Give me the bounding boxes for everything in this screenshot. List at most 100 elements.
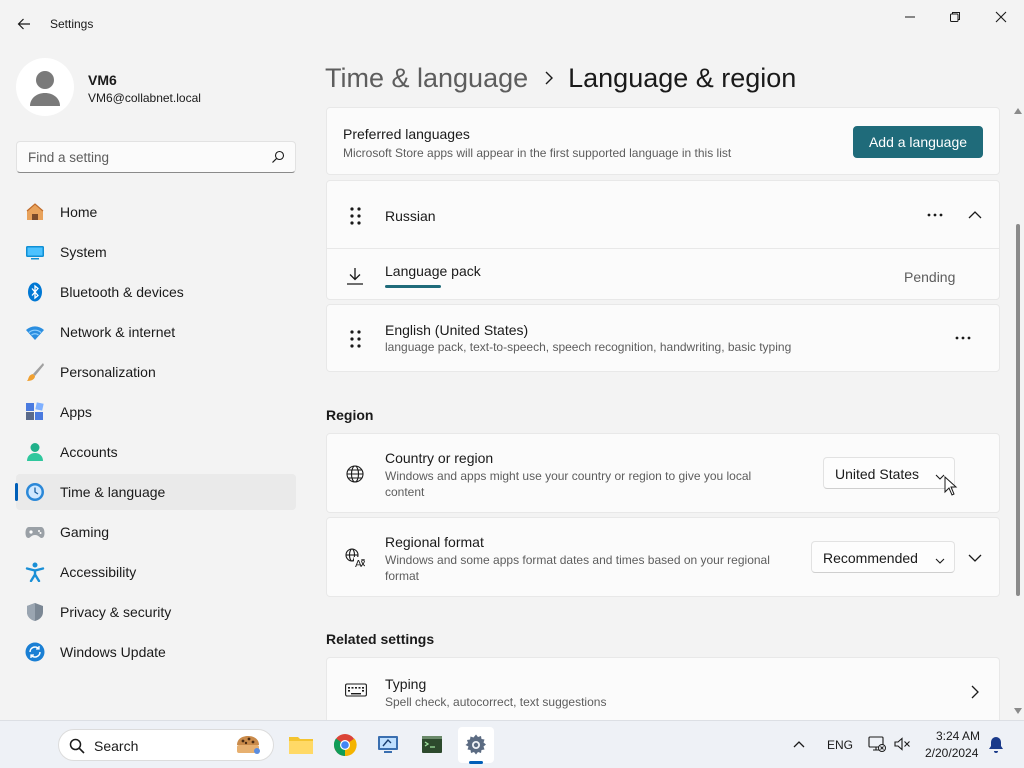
globe-icon: [345, 464, 365, 484]
keyboard-icon: [345, 682, 367, 702]
sidebar-item-label: Time & language: [60, 484, 166, 500]
show-hidden-icons-chevron-icon[interactable]: [792, 737, 806, 752]
sidebar-nav: Home System Bluetooth & devices Network …: [15, 194, 296, 674]
user-profile[interactable]: VM6 VM6@collabnet.local: [16, 58, 296, 118]
network-status-icon[interactable]: [868, 735, 886, 756]
sidebar-item-gaming[interactable]: Gaming: [16, 514, 296, 550]
regional-format-card[interactable]: A Regional format Windows and some apps …: [326, 517, 1000, 597]
taskbar-chrome[interactable]: [327, 727, 363, 763]
more-options-icon[interactable]: [925, 205, 945, 225]
notification-bell-icon[interactable]: [988, 736, 1004, 757]
volume-muted-icon[interactable]: [893, 735, 911, 756]
breadcrumb-parent-link[interactable]: Time & language: [325, 63, 528, 94]
regional-format-dropdown[interactable]: Recommended: [811, 541, 955, 573]
taskbar-file-explorer[interactable]: [283, 727, 319, 763]
taskbar-terminal[interactable]: [414, 727, 450, 763]
bluetooth-icon: [25, 282, 45, 302]
sidebar-item-label: Home: [60, 204, 98, 220]
taskbar-search[interactable]: Search: [58, 729, 274, 761]
search-highlight-icon: [237, 736, 260, 754]
restore-icon: [950, 12, 960, 22]
remote-desktop-icon: [378, 736, 398, 753]
sidebar-item-label: Windows Update: [60, 644, 166, 660]
clock-time[interactable]: 3:24 AM: [936, 729, 980, 743]
language-name: Russian: [385, 208, 436, 224]
title-bar: Settings: [0, 0, 1024, 48]
mouse-cursor-icon: [944, 476, 958, 496]
chevron-down-icon: [935, 553, 945, 568]
related-settings-heading: Related settings: [326, 631, 435, 647]
typing-title: Typing: [385, 676, 427, 692]
preferred-languages-subtitle: Microsoft Store apps will appear in the …: [343, 146, 732, 160]
regional-format-desc-line1: Windows and some apps format dates and t…: [385, 553, 770, 567]
back-button[interactable]: [10, 10, 38, 38]
search-icon[interactable]: [271, 150, 285, 167]
minimize-icon: [905, 16, 915, 18]
taskbar-settings[interactable]: [458, 727, 494, 764]
profile-name: VM6: [88, 72, 117, 88]
sidebar-item-label: Personalization: [60, 364, 156, 380]
sidebar-item-accounts[interactable]: Accounts: [16, 434, 296, 470]
settings-search[interactable]: Find a setting: [16, 141, 296, 173]
chevron-up-icon[interactable]: [965, 205, 985, 225]
add-language-button[interactable]: Add a language: [853, 126, 983, 158]
expand-chevron-icon[interactable]: [965, 548, 985, 568]
sidebar-item-personalization[interactable]: Personalization: [16, 354, 296, 390]
sidebar-item-label: Network & internet: [60, 324, 176, 340]
sidebar-item-windows-update[interactable]: Windows Update: [16, 634, 296, 670]
search-icon: [69, 738, 85, 754]
page-title: Language & region: [568, 62, 797, 93]
country-region-card: Country or region Windows and apps might…: [326, 433, 1000, 513]
taskbar-remote-desktop[interactable]: [370, 727, 406, 763]
sidebar-item-network[interactable]: Network & internet: [16, 314, 296, 350]
drag-handle-icon[interactable]: [346, 206, 366, 226]
sidebar-item-system[interactable]: System: [16, 234, 296, 270]
home-icon: [25, 202, 45, 222]
sidebar-item-label: Accounts: [60, 444, 118, 460]
taskbar-search-label: Search: [94, 738, 139, 754]
language-pack-label: Language pack: [385, 263, 481, 279]
file-explorer-icon: [289, 737, 313, 754]
sidebar-item-apps[interactable]: Apps: [16, 394, 296, 430]
sidebar-item-label: Gaming: [60, 524, 110, 540]
language-format-icon: A: [345, 548, 366, 570]
drag-handle-icon[interactable]: [346, 329, 366, 349]
restore-button[interactable]: [932, 2, 978, 32]
sidebar-item-time-language[interactable]: Time & language: [15, 474, 296, 510]
clock-date[interactable]: 2/20/2024: [925, 746, 978, 760]
sidebar-item-home[interactable]: Home: [16, 194, 296, 230]
country-region-dropdown[interactable]: United States: [823, 457, 955, 489]
minimize-button[interactable]: [887, 2, 933, 32]
sidebar-item-accessibility[interactable]: Accessibility: [16, 554, 296, 590]
preferred-languages-title: Preferred languages: [343, 126, 470, 142]
scroll-down-arrow-icon: [1014, 708, 1022, 714]
input-language-indicator[interactable]: ENG: [827, 738, 853, 752]
sidebar-item-label: Bluetooth & devices: [60, 284, 184, 300]
typing-desc: Spell check, autocorrect, text suggestio…: [385, 695, 607, 709]
sidebar-item-label: Accessibility: [60, 564, 137, 580]
accessibility-icon: [25, 562, 45, 583]
country-region-desc-line2: content: [385, 485, 425, 499]
scroll-thumb[interactable]: [1016, 224, 1020, 596]
search-input[interactable]: Find a setting: [28, 150, 109, 165]
back-arrow-icon: [17, 18, 30, 30]
running-indicator: [469, 761, 483, 764]
more-options-icon[interactable]: [953, 328, 973, 348]
chrome-icon: [333, 734, 357, 757]
apps-icon: [25, 402, 45, 422]
sidebar-item-privacy[interactable]: Privacy & security: [16, 594, 296, 630]
time-language-icon: [25, 482, 45, 502]
avatar: [16, 58, 74, 116]
sidebar-item-label: Apps: [60, 404, 92, 420]
typing-card[interactable]: Typing Spell check, autocorrect, text su…: [326, 657, 1000, 720]
breadcrumb: Time & language Language & region: [325, 58, 796, 98]
regional-format-desc-line2: format: [385, 569, 420, 583]
main-scrollbar[interactable]: [1012, 104, 1024, 720]
sidebar-item-bluetooth[interactable]: Bluetooth & devices: [16, 274, 296, 310]
accounts-icon: [25, 442, 45, 462]
close-button[interactable]: [978, 2, 1024, 32]
region-heading: Region: [326, 407, 374, 423]
close-icon: [995, 11, 1007, 23]
chevron-right-icon: [965, 682, 985, 702]
user-avatar-icon: [30, 71, 60, 106]
